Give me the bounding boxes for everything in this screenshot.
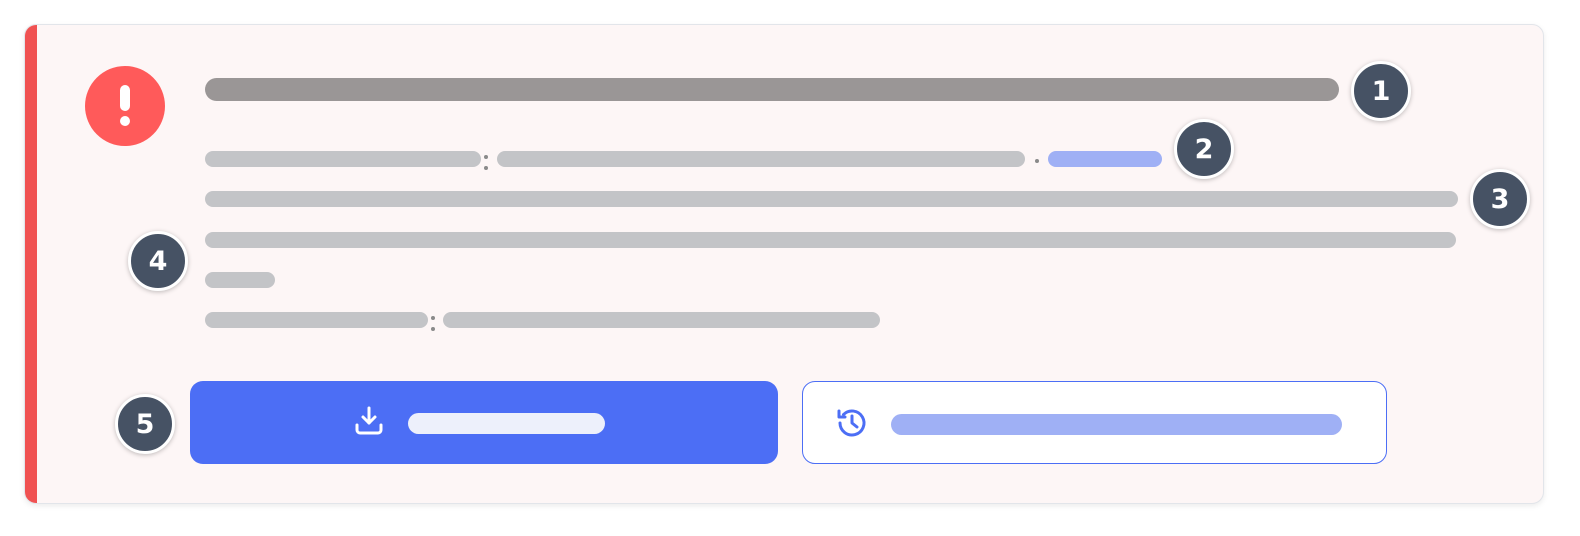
download-button-label-placeholder	[408, 413, 605, 434]
alert-accent-bar	[25, 25, 37, 503]
download-icon	[353, 405, 385, 437]
alert-title-placeholder	[205, 78, 1339, 101]
meta-colon-dot-top	[484, 155, 488, 159]
exclamation-icon	[85, 66, 165, 146]
meta-separator-dot	[1035, 159, 1039, 163]
annotation-badge-4: 4	[128, 231, 188, 291]
detail-colon-dot-top	[431, 316, 435, 320]
history-button-label-placeholder	[891, 414, 1342, 435]
meta-colon-dot-bottom	[484, 166, 488, 170]
annotation-badge-1: 1	[1351, 61, 1411, 121]
description-line-2	[205, 232, 1456, 248]
meta-label-placeholder	[205, 151, 481, 167]
history-button[interactable]	[802, 381, 1387, 464]
download-button[interactable]	[190, 381, 778, 464]
annotation-badge-5: 5	[115, 394, 175, 454]
description-line-3	[205, 272, 275, 288]
description-line-1	[205, 191, 1458, 207]
annotation-badge-3: 3	[1470, 169, 1530, 229]
history-icon	[834, 405, 870, 441]
detail-colon-dot-bottom	[431, 327, 435, 331]
meta-link-placeholder[interactable]	[1048, 151, 1162, 167]
meta-value-placeholder	[497, 151, 1025, 167]
annotation-badge-2: 2	[1174, 119, 1234, 179]
detail-label-placeholder	[205, 312, 428, 328]
detail-value-placeholder	[443, 312, 880, 328]
